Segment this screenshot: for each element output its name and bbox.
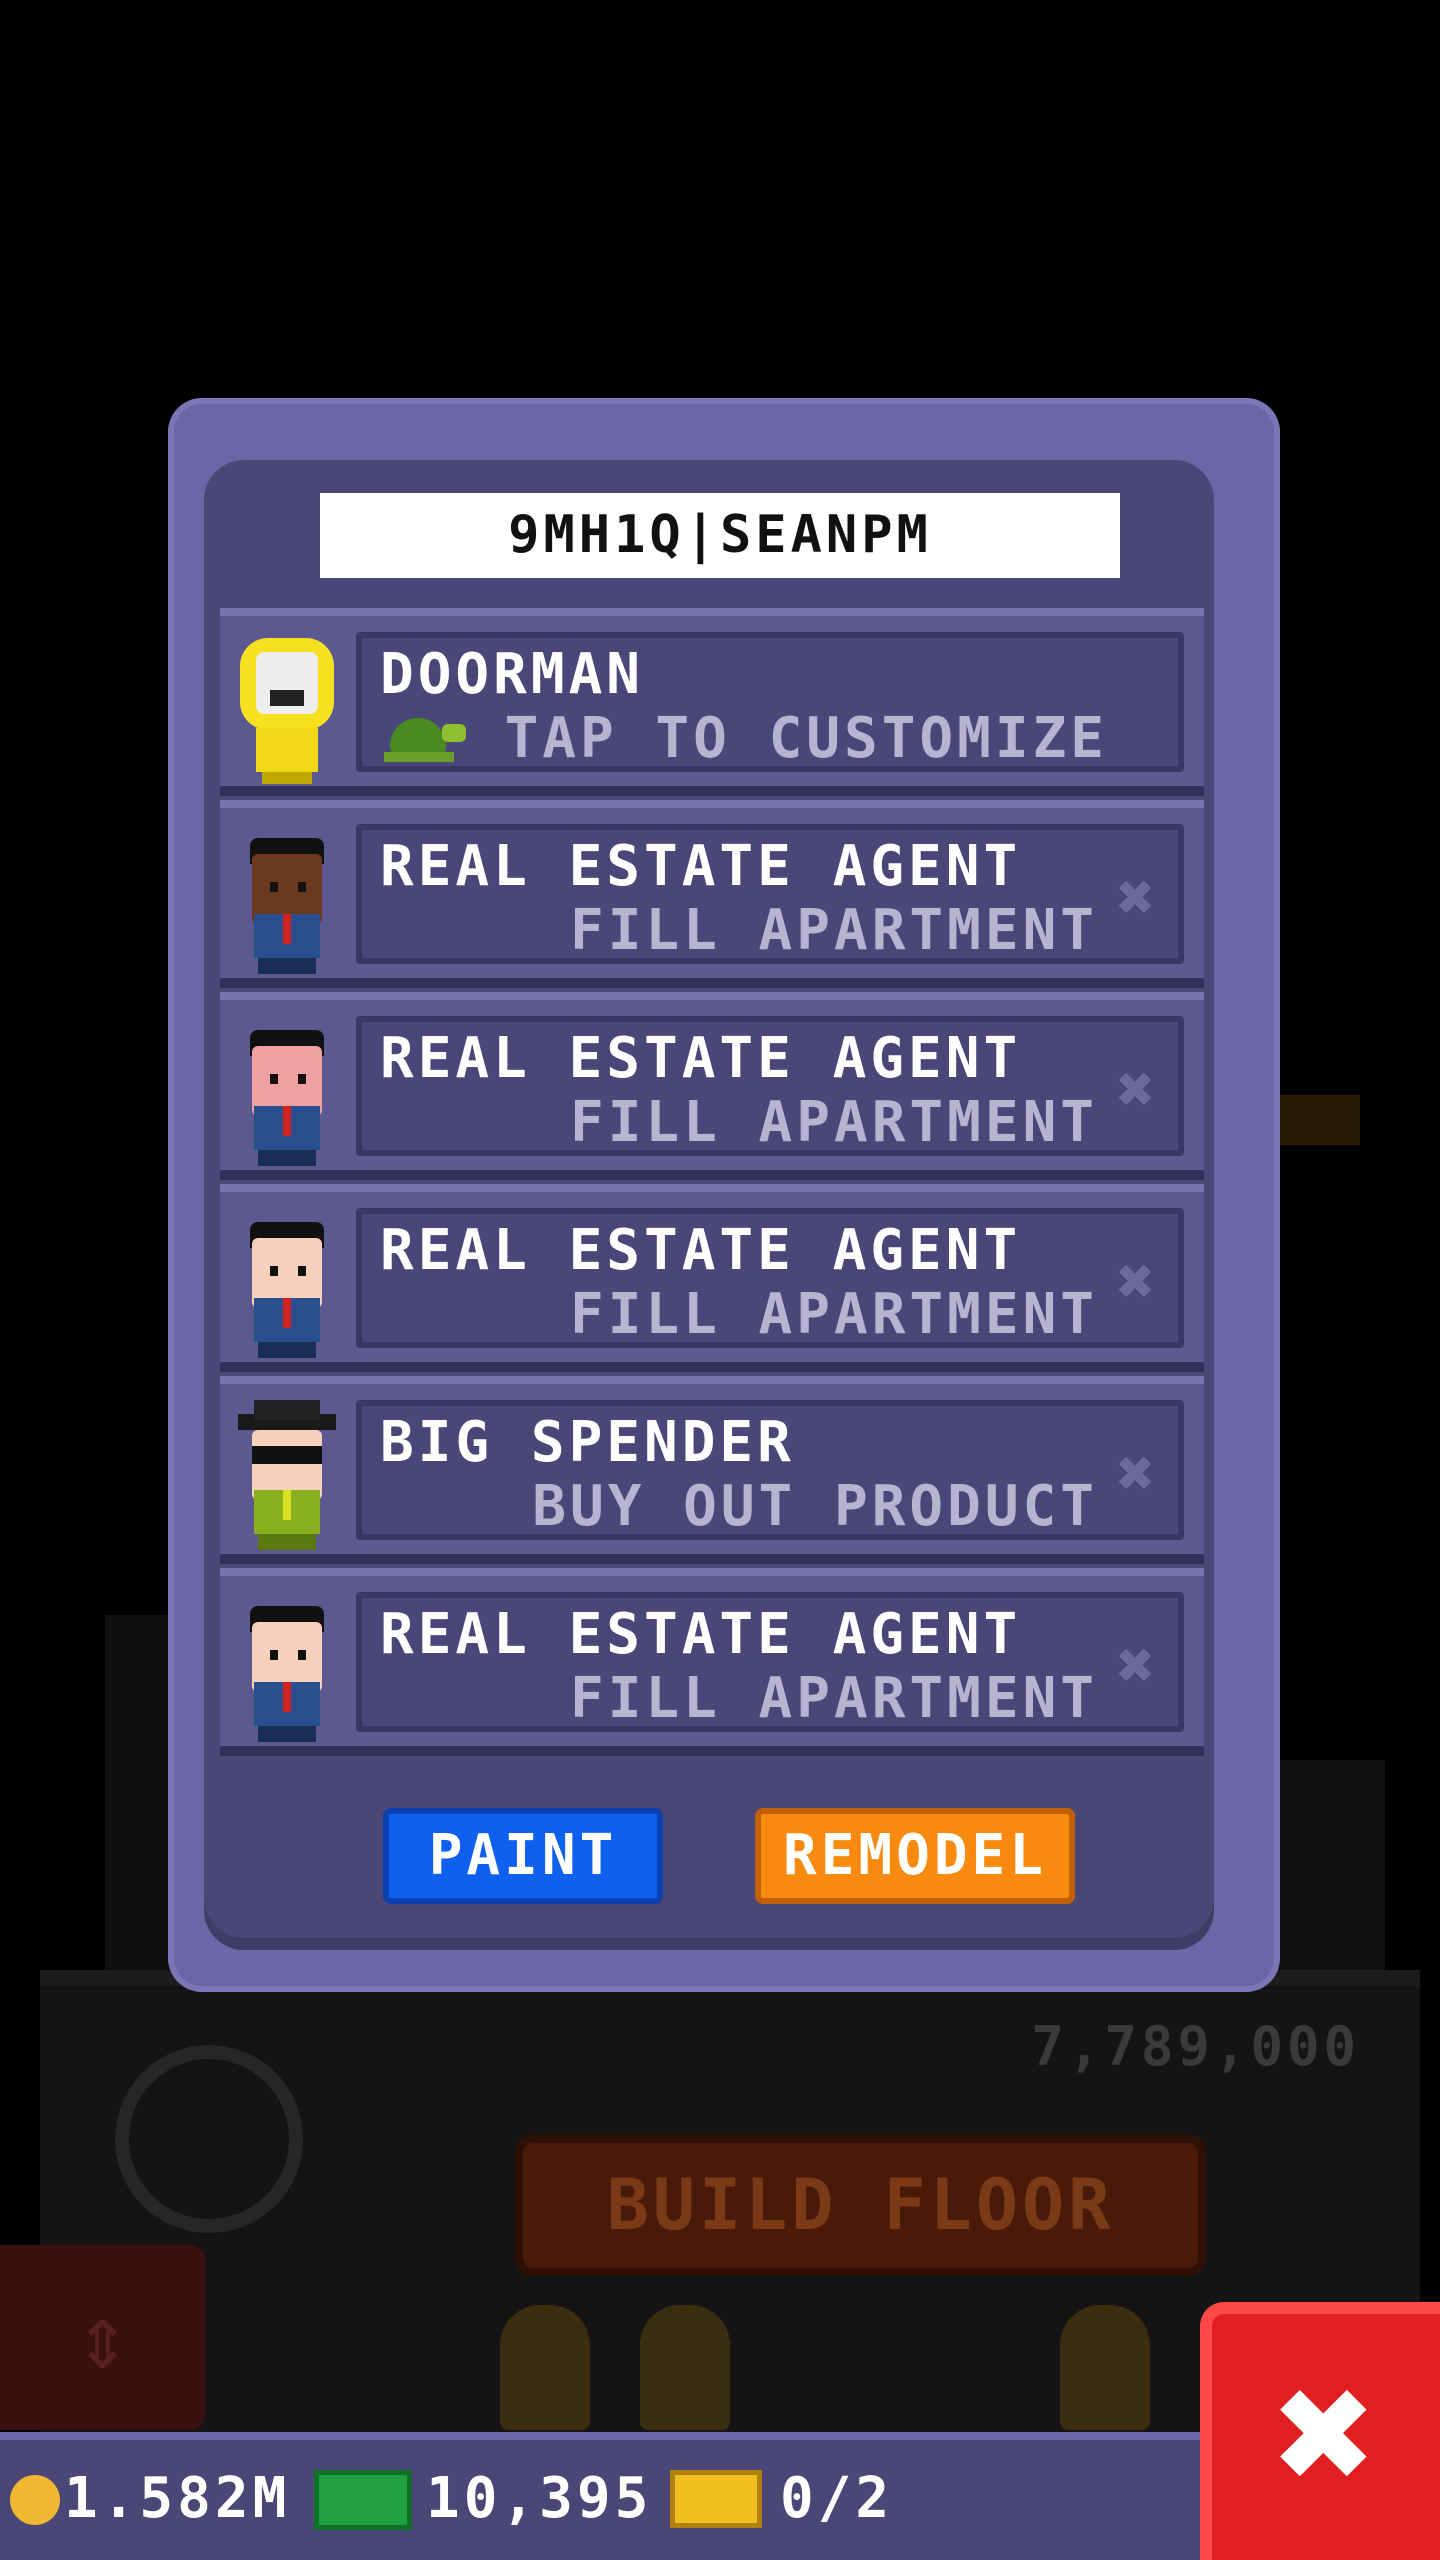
real-estate-agent-avatar (232, 1592, 342, 1744)
tenant-row[interactable]: REAL ESTATE AGENT FILL APARTMENT ✖ (220, 992, 1204, 1180)
tenant-row[interactable]: REAL ESTATE AGENT FILL APARTMENT ✖ (220, 1568, 1204, 1756)
tenant-row[interactable]: REAL ESTATE AGENT FILL APARTMENT ✖ (220, 800, 1204, 988)
build-floor-button: BUILD FLOOR (515, 2135, 1206, 2276)
tenant-subtitle: FILL APARTMENT (569, 1666, 1098, 1731)
doorman-avatar (232, 632, 342, 784)
evict-icon[interactable]: ✖ (1106, 1634, 1166, 1698)
close-icon: ✖ (1274, 2335, 1378, 2533)
tickets-value: 0/2 (780, 2466, 894, 2531)
tenant-subtitle: FILL APARTMENT (569, 1282, 1098, 1347)
real-estate-agent-avatar (232, 1016, 342, 1168)
tenant-row-doorman[interactable]: DOORMAN TAP TO CUSTOMIZE (220, 608, 1204, 796)
tenant-title: REAL ESTATE AGENT (380, 834, 1022, 899)
turtle-icon (380, 714, 470, 764)
tenant-subtitle: BUY OUT PRODUCT (532, 1474, 1098, 1539)
bux-value: 10,395 (426, 2466, 653, 2531)
tenant-row[interactable]: REAL ESTATE AGENT FILL APARTMENT ✖ (220, 1184, 1204, 1372)
real-estate-agent-avatar (232, 824, 342, 976)
ticket-icon (670, 2470, 762, 2528)
background-workers (480, 2290, 1200, 2430)
evict-icon[interactable]: ✖ (1106, 1058, 1166, 1122)
evict-icon[interactable]: ✖ (1106, 866, 1166, 930)
tenant-title: REAL ESTATE AGENT (380, 1026, 1022, 1091)
tenant-card[interactable]: DOORMAN TAP TO CUSTOMIZE (356, 632, 1184, 772)
close-button[interactable]: ✖ (1200, 2302, 1440, 2560)
tenant-card[interactable]: REAL ESTATE AGENT FILL APARTMENT ✖ (356, 1592, 1184, 1732)
coins-value: 1.582M (64, 2466, 291, 2531)
remodel-button[interactable]: REMODEL (755, 1808, 1075, 1904)
tenant-card[interactable]: REAL ESTATE AGENT FILL APARTMENT ✖ (356, 824, 1184, 964)
background-wheel (115, 2045, 303, 2233)
tenant-row[interactable]: BIG SPENDER BUY OUT PRODUCT ✖ (220, 1376, 1204, 1564)
background-prop (1280, 1095, 1360, 1145)
elevator-arrows-icon: ⇕ (0, 2245, 205, 2430)
tenant-title: DOORMAN (380, 642, 645, 707)
evict-icon[interactable]: ✖ (1106, 1250, 1166, 1314)
tenant-title: REAL ESTATE AGENT (380, 1602, 1022, 1667)
floor-name-input[interactable]: 9MH1Q|SEANPM (320, 493, 1120, 578)
tenant-title: BIG SPENDER (380, 1410, 795, 1475)
tenant-subtitle: FILL APARTMENT (569, 1090, 1098, 1155)
coin-icon (10, 2475, 60, 2525)
background-tower (1280, 1760, 1385, 1970)
tenant-card[interactable]: REAL ESTATE AGENT FILL APARTMENT ✖ (356, 1016, 1184, 1156)
real-estate-agent-avatar (232, 1208, 342, 1360)
paint-button[interactable]: PAINT (383, 1808, 663, 1904)
evict-icon[interactable]: ✖ (1106, 1442, 1166, 1506)
big-spender-avatar (232, 1400, 342, 1552)
tower-bux-icon (314, 2470, 412, 2530)
tenant-card[interactable]: BIG SPENDER BUY OUT PRODUCT ✖ (356, 1400, 1184, 1540)
tenant-subtitle: TAP TO CUSTOMIZE (504, 706, 1108, 771)
tenant-card[interactable]: REAL ESTATE AGENT FILL APARTMENT ✖ (356, 1208, 1184, 1348)
floor-cost-label: 7,789,000 (1031, 2015, 1360, 2078)
tenant-title: REAL ESTATE AGENT (380, 1218, 1022, 1283)
tenant-subtitle: FILL APARTMENT (569, 898, 1098, 963)
